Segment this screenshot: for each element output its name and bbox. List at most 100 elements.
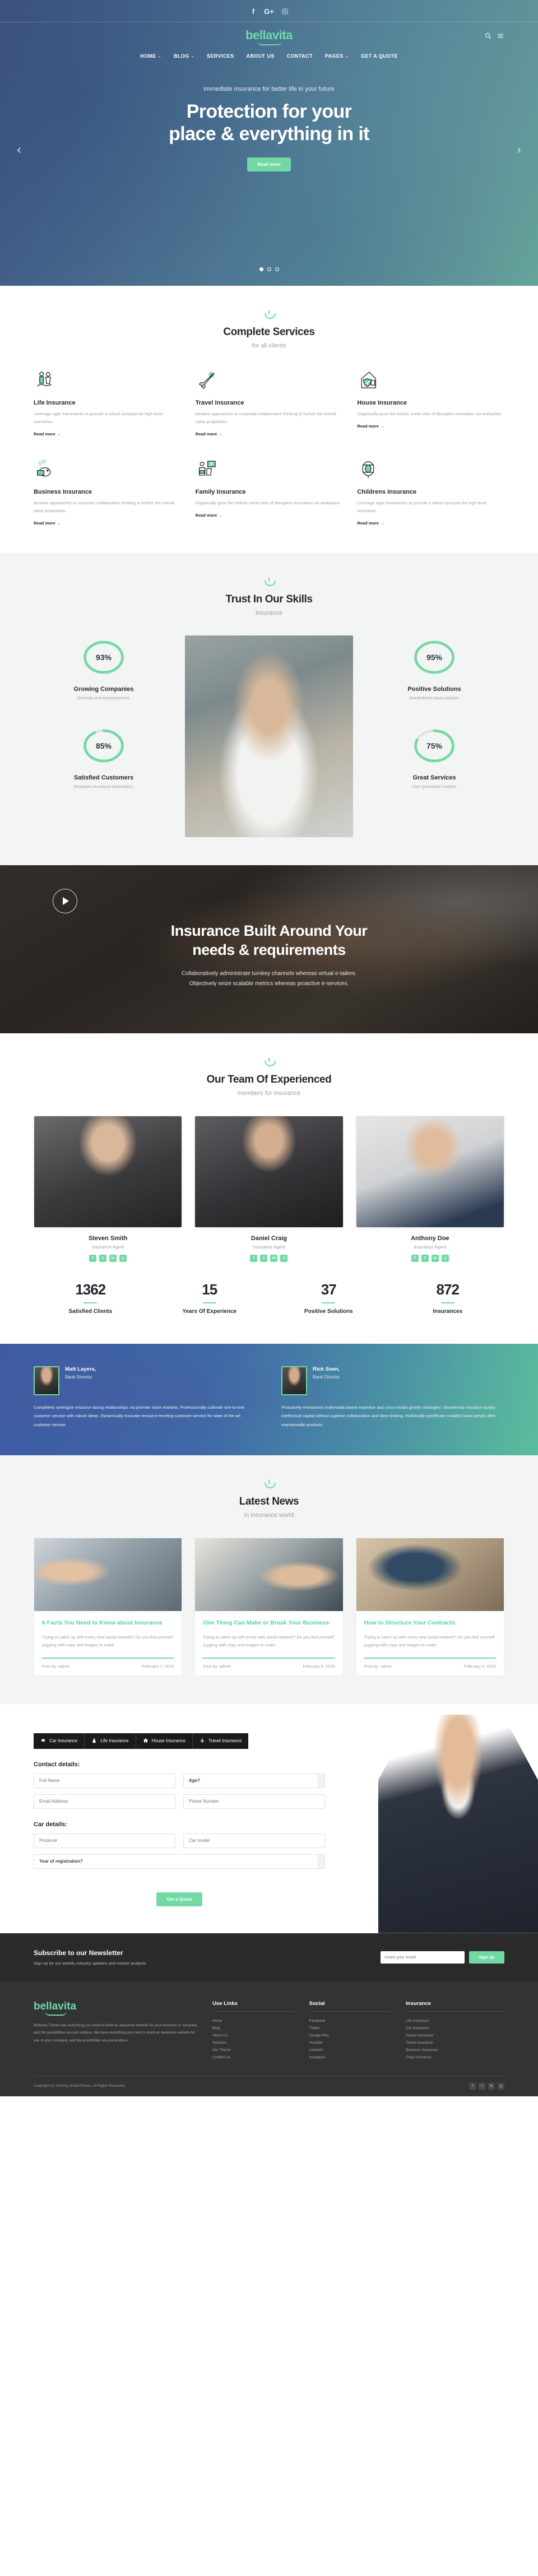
get-a-quote-button[interactable]: Get a Quote bbox=[156, 1892, 202, 1906]
linkedin-icon[interactable]: in bbox=[270, 1254, 278, 1262]
vimeo-icon[interactable]: v bbox=[280, 1254, 288, 1262]
service-card-house-insurance[interactable]: House Insurance Organically grow the hol… bbox=[357, 369, 504, 438]
facebook-icon[interactable]: f bbox=[411, 1254, 419, 1262]
vimeo-icon[interactable]: v bbox=[441, 1254, 449, 1262]
footer-link[interactable]: About Us bbox=[212, 2032, 295, 2039]
service-card-childrens-insurance[interactable]: Childrens Insurance Leverage agile frame… bbox=[357, 458, 504, 527]
footer-link[interactable]: Twitter bbox=[309, 2025, 392, 2032]
tab-life-insurance[interactable]: Life Insurance bbox=[85, 1733, 136, 1749]
site-logo[interactable]: bellavita bbox=[245, 28, 293, 45]
footer-logo[interactable]: bellavita bbox=[34, 2001, 76, 2016]
news-post-title[interactable]: How to Structure Your Contracts bbox=[364, 1619, 496, 1628]
service-read-more-link[interactable]: Read more → bbox=[196, 431, 222, 437]
footer-link[interactable]: Business Insurance bbox=[406, 2046, 504, 2054]
service-card-travel-insurance[interactable]: Travel Insurance Iterative approaches to… bbox=[196, 369, 343, 438]
linkedin-icon[interactable]: in bbox=[109, 1254, 117, 1262]
news-subtitle: in insurance world bbox=[244, 1511, 294, 1519]
twitter-icon[interactable]: t bbox=[260, 1254, 268, 1262]
footer-link[interactable]: Travel Insurance bbox=[406, 2039, 504, 2046]
full-name-input[interactable] bbox=[34, 1773, 175, 1788]
footer-about-column: bellavita Bellavita Theme has everything… bbox=[34, 2001, 198, 2061]
team-member-role: Insurance Agent bbox=[91, 1244, 124, 1250]
carousel-dot-1[interactable] bbox=[259, 267, 263, 271]
service-read-more-link[interactable]: Read more → bbox=[34, 431, 61, 437]
footer-link[interactable]: Google Plus bbox=[309, 2032, 392, 2039]
play-icon[interactable] bbox=[53, 888, 77, 913]
footer-link[interactable]: Facebook bbox=[309, 2017, 392, 2025]
family-chat-icon bbox=[196, 458, 218, 482]
vimeo-icon[interactable]: v bbox=[119, 1254, 127, 1262]
social-links: f G+ bbox=[249, 7, 289, 16]
car-icon bbox=[40, 1738, 46, 1744]
footer-link[interactable]: House Insurance bbox=[406, 2032, 504, 2039]
tab-travel-insurance[interactable]: Travel Insurance bbox=[193, 1733, 249, 1749]
google-plus-icon[interactable]: g bbox=[498, 2082, 504, 2090]
instagram-icon[interactable] bbox=[281, 7, 289, 16]
carousel-dot-3[interactable] bbox=[275, 267, 279, 271]
footer-link[interactable]: Contact Us bbox=[212, 2054, 295, 2061]
age-select[interactable]: Age? bbox=[183, 1773, 325, 1788]
service-title: Life Insurance bbox=[34, 400, 76, 406]
facebook-icon[interactable]: f bbox=[250, 1254, 258, 1262]
carousel-next-button[interactable]: › bbox=[512, 142, 526, 156]
search-icon[interactable] bbox=[485, 32, 492, 39]
footer-link[interactable]: Linkedin bbox=[309, 2046, 392, 2054]
car-row-1 bbox=[34, 1833, 325, 1848]
email-input[interactable] bbox=[34, 1794, 175, 1809]
nav-item-services[interactable]: SERVICES bbox=[207, 53, 234, 59]
year-of-registration-select[interactable]: Year of registration? bbox=[34, 1854, 325, 1869]
nav-item-blog[interactable]: BLOG ⌄ bbox=[174, 53, 194, 59]
news-post-title[interactable]: 6 Facts You Need to Know about Insurance bbox=[42, 1619, 174, 1628]
skill-great-services: 75% Great Services User generated conten… bbox=[364, 724, 504, 789]
twitter-icon[interactable]: t bbox=[479, 2082, 485, 2090]
news-card[interactable]: 6 Facts You Need to Know about Insurance… bbox=[34, 1537, 183, 1676]
service-read-more-link[interactable]: Read more → bbox=[34, 521, 61, 526]
news-post-title[interactable]: One Thing Can Make or Break Your Busines… bbox=[203, 1619, 335, 1628]
team-member-daniel-craig: Daniel Craig Insurance Agent f t in v bbox=[194, 1115, 344, 1262]
nav-item-get-a-quote[interactable]: GET A QUOTE bbox=[361, 53, 398, 59]
service-read-more-link[interactable]: Read more → bbox=[196, 513, 222, 518]
footer-link[interactable]: Car Insurance bbox=[406, 2025, 504, 2032]
facebook-icon[interactable]: f bbox=[249, 7, 258, 16]
linkedin-icon[interactable]: in bbox=[488, 2082, 495, 2090]
car-model-input[interactable] bbox=[183, 1833, 325, 1848]
producer-input[interactable] bbox=[34, 1833, 175, 1848]
phone-input[interactable] bbox=[183, 1794, 325, 1809]
testimonial-header: Rick Sven, Bank Director bbox=[281, 1366, 504, 1395]
footer-link[interactable]: Instagram bbox=[309, 2054, 392, 2061]
hero-read-more-button[interactable]: Read more bbox=[247, 157, 291, 172]
news-card[interactable]: How to Structure Your Contracts Trying t… bbox=[355, 1537, 504, 1676]
carousel-dot-2[interactable] bbox=[267, 267, 271, 271]
service-card-business-insurance[interactable]: Business Insurance Iterative approaches … bbox=[34, 458, 181, 527]
footer-link[interactable]: Dogs Insurance bbox=[406, 2054, 504, 2061]
footer-link[interactable]: Youtube bbox=[309, 2039, 392, 2046]
contact-row-1: Age? bbox=[34, 1773, 325, 1788]
news-card[interactable]: One Thing Can Make or Break Your Busines… bbox=[194, 1537, 344, 1676]
twitter-icon[interactable]: t bbox=[99, 1254, 107, 1262]
nav-item-contact[interactable]: CONTACT bbox=[287, 53, 313, 59]
hamburger-icon[interactable] bbox=[497, 32, 504, 39]
footer-link[interactable]: Home bbox=[212, 2017, 295, 2025]
nav-item-home[interactable]: HOME ⌄ bbox=[140, 53, 161, 59]
service-card-family-insurance[interactable]: Family Insurance Organically grow the ho… bbox=[196, 458, 343, 527]
newsletter-email-input[interactable] bbox=[380, 1951, 465, 1964]
footer-link[interactable]: Life Insurance bbox=[406, 2017, 504, 2025]
facebook-icon[interactable]: f bbox=[469, 2082, 476, 2090]
linkedin-icon[interactable]: in bbox=[431, 1254, 439, 1262]
google-plus-icon[interactable]: G+ bbox=[264, 7, 274, 16]
footer-link[interactable]: Services bbox=[212, 2039, 295, 2046]
nav-item-about-us[interactable]: ABOUT US bbox=[247, 53, 275, 59]
tab-car-insurance[interactable]: Car Insurance bbox=[34, 1733, 85, 1749]
service-card-life-insurance[interactable]: Life Insurance Leverage agile frameworks… bbox=[34, 369, 181, 438]
nav-item-pages[interactable]: PAGES ⌄ bbox=[325, 53, 349, 59]
twitter-icon[interactable]: t bbox=[421, 1254, 429, 1262]
footer-link[interactable]: Our Theme bbox=[212, 2046, 295, 2054]
tab-house-insurance[interactable]: House Insurance bbox=[136, 1733, 193, 1749]
service-read-more-link[interactable]: Read more → bbox=[357, 424, 384, 429]
facebook-icon[interactable]: f bbox=[89, 1254, 97, 1262]
carousel-prev-button[interactable]: ‹ bbox=[12, 142, 26, 156]
service-read-more-link[interactable]: Read more → bbox=[357, 521, 384, 526]
newsletter-signup-button[interactable]: Sign up bbox=[469, 1951, 504, 1964]
skill-name: Positive Solutions bbox=[407, 685, 461, 693]
footer-link[interactable]: Blog bbox=[212, 2025, 295, 2032]
